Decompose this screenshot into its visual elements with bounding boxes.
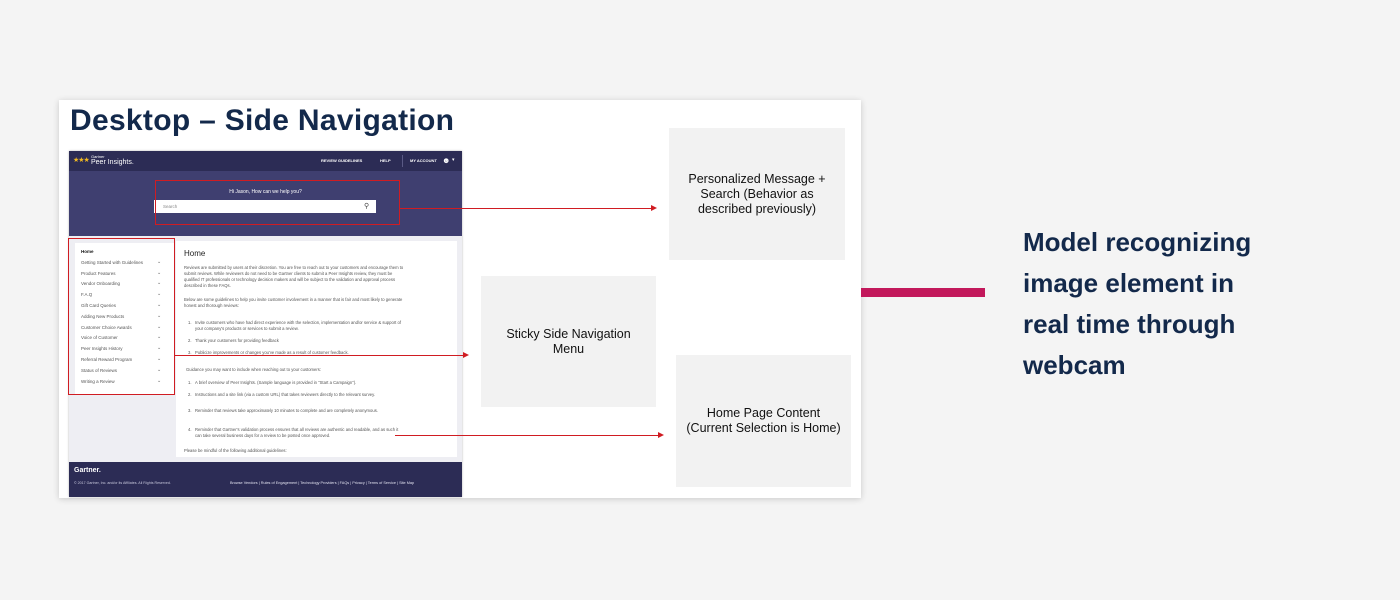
content-title: Home — [184, 249, 206, 258]
content-paragraph: Please be mindful of the following addit… — [184, 448, 287, 453]
top-navbar: ★★★ Gartner Peer Insights. REVIEW GUIDEL… — [69, 151, 462, 171]
footer-copyright: © 2017 Gartner, Inc. and/or its Affiliat… — [74, 481, 171, 485]
account-icon[interactable]: ☻ — [442, 156, 450, 165]
list-item-text: Reminder that reviews take approximately… — [195, 408, 378, 413]
search-highlight-box — [155, 180, 400, 225]
search-arrow-line — [400, 208, 651, 209]
list-item-text: Instructions and a site link (via a cust… — [195, 392, 376, 397]
logo-name[interactable]: Peer Insights. — [91, 159, 134, 166]
list-item-text: A brief overview of Peer Insights. (Samp… — [195, 380, 357, 385]
sidenav-arrow-line — [175, 355, 463, 356]
content-arrow-line — [395, 435, 658, 436]
callout-content: Home Page Content (Current Selection is … — [676, 355, 851, 487]
list-item-text: Reminder that Gartner's validation proce… — [195, 427, 399, 438]
nav-divider — [402, 155, 403, 167]
accent-bar — [861, 288, 985, 297]
slide-title: Desktop – Side Navigation — [70, 104, 455, 137]
footer-links[interactable]: Browse Vendors | Rules of Engagement | T… — [230, 481, 414, 485]
callout-search: Personalized Message + Search (Behavior … — [669, 128, 845, 260]
list-item-text: Invite customers who have had direct exp… — [195, 320, 401, 331]
home-content-panel: Home Reviews are submitted by users at t… — [176, 241, 457, 457]
sidenav-highlight-box — [68, 238, 175, 395]
nav-help[interactable]: HELP — [380, 158, 391, 163]
model-caption: Model recognizing image element in real … — [1023, 227, 1252, 380]
arrowhead-icon — [658, 432, 664, 438]
arrowhead-icon — [463, 352, 469, 358]
callout-sidenav: Sticky Side Navigation Menu — [481, 276, 656, 407]
site-footer: Gartner. © 2017 Gartner, Inc. and/or its… — [69, 462, 462, 497]
content-paragraph: Reviews are submitted by users at their … — [184, 265, 404, 288]
caret-down-icon[interactable]: ▾ — [452, 157, 455, 163]
content-paragraph: Below are some guidelines to help you in… — [184, 297, 403, 308]
content-paragraph: Guidance you may want to include when re… — [186, 367, 322, 372]
list-item-text: Thank your customers for providing feedb… — [195, 338, 279, 343]
nav-review-guidelines[interactable]: REVIEW GUIDELINES — [321, 158, 362, 163]
nav-my-account[interactable]: MY ACCOUNT — [410, 158, 437, 163]
stars-logo-icon: ★★★ — [73, 157, 90, 164]
footer-brand: Gartner. — [74, 467, 101, 474]
arrowhead-icon — [651, 205, 657, 211]
